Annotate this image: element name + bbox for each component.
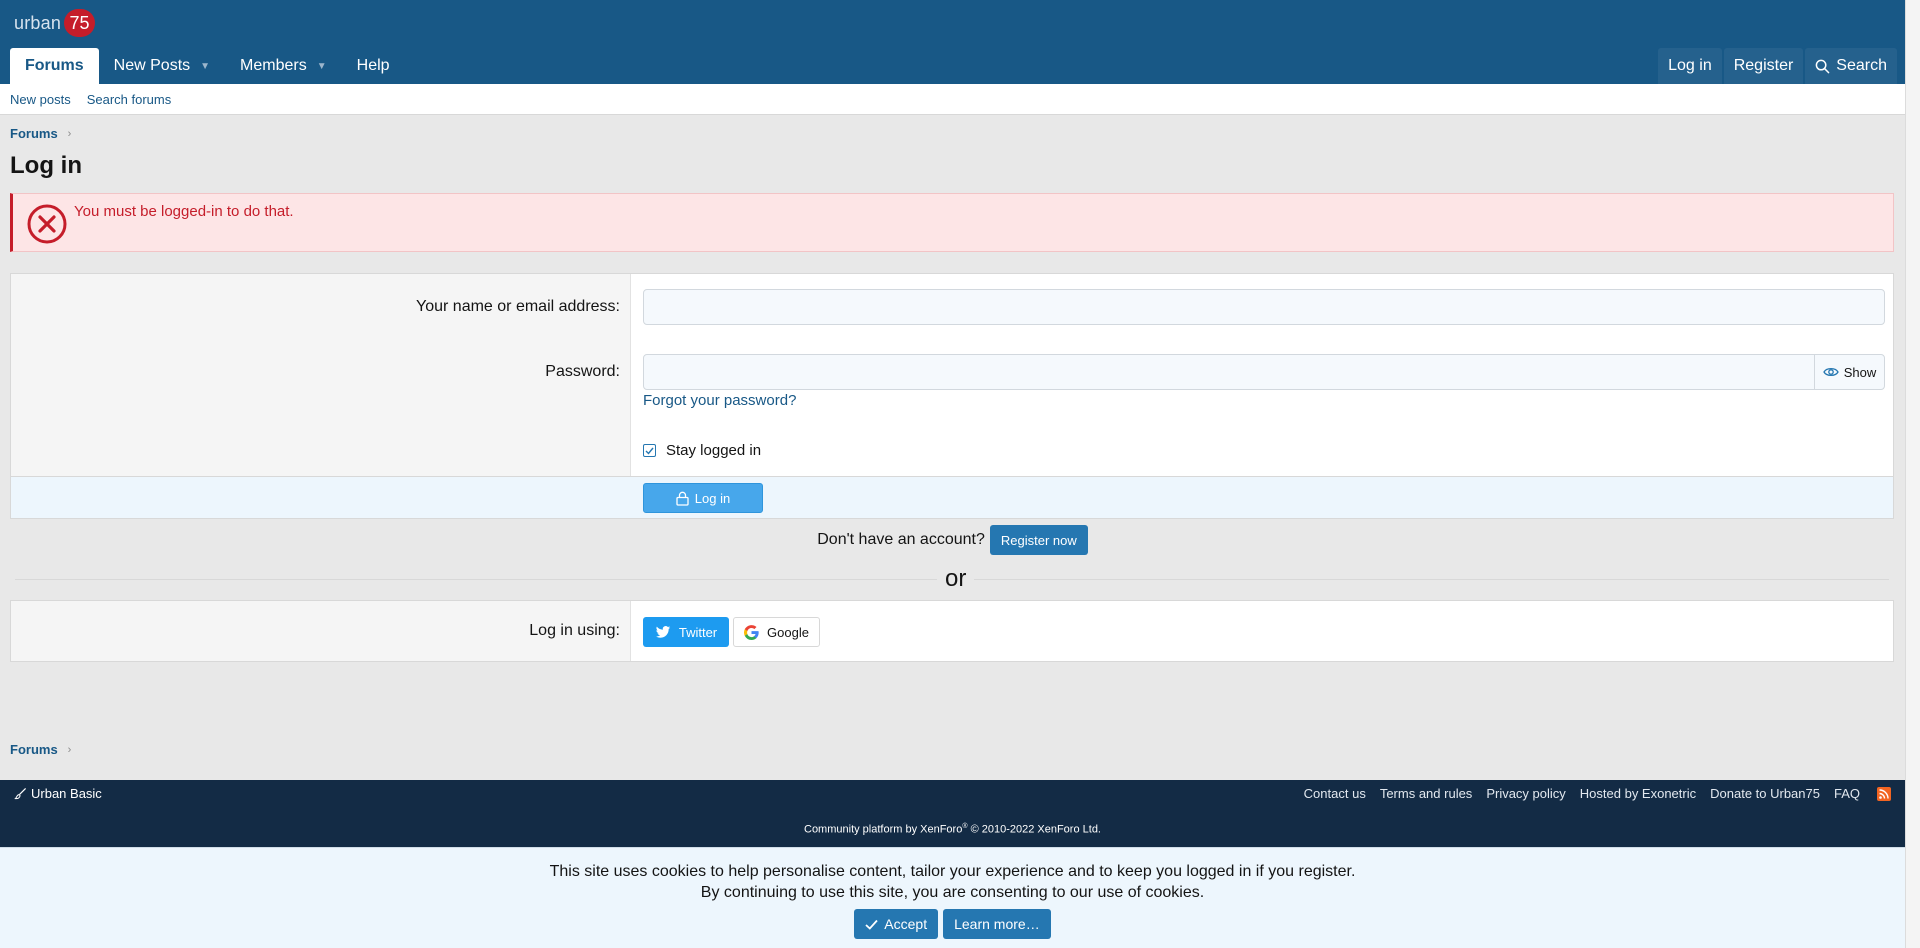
cookie-line-2: By continuing to use this site, you are … [700,884,1205,901]
stay-logged-in-checkbox[interactable] [643,444,656,457]
or-text: or [937,565,975,593]
cookie-accept-button[interactable]: Accept [854,909,939,939]
error-message: You must be logged-in to do that. [74,203,294,220]
page: urban 75 Forums New Posts ▼ Members ▼ He… [0,0,1905,948]
login-form: Your name or email address: Password: Sh… [10,273,1894,519]
subnav-search-forums[interactable]: Search forums [87,92,172,107]
login-submit-button[interactable]: Log in [643,483,763,513]
login-link[interactable]: Log in [1658,48,1722,84]
site-footer: Urban Basic Contact us Terms and rules P… [0,780,1905,847]
site-header: urban 75 Forums New Posts ▼ Members ▼ He… [0,0,1905,84]
google-login-button[interactable]: Google [733,617,820,647]
twitter-login-button[interactable]: Twitter [643,617,729,647]
nav-tab-help[interactable]: Help [342,48,405,84]
account-nav: Log in Register Search [1656,48,1897,84]
form-label-column: Your name or email address: Password: [11,274,631,476]
login-submit-label: Log in [694,490,731,506]
check-icon [865,919,878,930]
footer-link-contact[interactable]: Contact us [1304,786,1366,801]
search-button[interactable]: Search [1805,48,1897,84]
nav-tab-label: Forums [25,57,84,74]
nav-tab-label: Help [356,57,390,74]
footer-link-terms[interactable]: Terms and rules [1380,786,1472,801]
nav-tab-label: New Posts [113,57,191,74]
footer-link-donate[interactable]: Donate to Urban75 [1710,786,1820,801]
chevron-right-icon: › [67,743,72,756]
name-label: Your name or email address: [416,298,620,315]
password-input[interactable] [644,355,1814,389]
search-button-label: Search [1836,57,1887,74]
form-submit-row: Log in [11,476,1893,518]
register-link[interactable]: Register [1723,48,1804,84]
password-field: Show [643,354,1885,390]
show-password-button[interactable]: Show [1814,355,1884,389]
social-label-column: Log in using: [11,601,631,661]
style-chooser-label: Urban Basic [31,786,102,801]
name-email-input[interactable] [643,289,1885,325]
register-prompt-text: Don't have an account? [817,531,985,548]
cookie-text: This site uses cookies to help personali… [0,861,1905,903]
chevron-down-icon[interactable]: ▼ [200,61,210,72]
site-logo[interactable]: urban 75 [14,9,96,37]
login-link-label: Log in [1668,57,1712,74]
register-now-button[interactable]: Register now [989,525,1088,555]
logo-text: urban [14,12,62,33]
show-password-label: Show [1843,364,1877,380]
breadcrumb-bottom: Forums › [10,742,71,757]
social-login: Log in using: Twitter Google [10,600,1894,662]
cookie-notice: This site uses cookies to help personali… [0,847,1905,948]
stay-logged-in-label: Stay logged in [666,442,762,459]
subnav-new-posts[interactable]: New posts [10,92,71,107]
cookie-actions: Accept Learn more… [0,909,1905,939]
register-link-label: Register [1733,57,1794,74]
footer-links: Contact us Terms and rules Privacy polic… [1290,786,1860,801]
social-login-label: Log in using: [529,622,620,639]
breadcrumb: Forums › [10,126,71,141]
nav-tab-new-posts[interactable]: New Posts ▼ [99,48,225,84]
footer-link-faq[interactable]: FAQ [1834,786,1860,801]
password-label: Password: [545,363,620,380]
nav-tab-label: Members [240,57,307,74]
main-nav: Forums New Posts ▼ Members ▼ Help [10,48,405,84]
copyright-notice: Community platform by XenForo® © 2010-20… [0,823,1905,836]
error-alert: You must be logged-in to do that. [10,193,1894,252]
twitter-bird-icon [655,625,670,638]
cookie-accept-label: Accept [884,916,928,932]
google-g-icon [744,624,759,640]
page-title: Log in [10,152,82,179]
error-circle-x-icon [27,204,67,244]
search-icon [1815,59,1830,73]
style-chooser[interactable]: Urban Basic [14,786,102,801]
rss-glyph [1879,789,1889,799]
check-icon [645,447,654,455]
paint-brush-icon [14,787,27,800]
footer-link-privacy[interactable]: Privacy policy [1486,786,1565,801]
nav-tab-forums[interactable]: Forums [10,48,99,84]
copyright-prefix[interactable]: Community platform by XenForo [804,824,962,836]
breadcrumb-forums[interactable]: Forums [10,126,58,141]
register-prompt: Don't have an account? Register now [0,525,1905,555]
eye-icon [1822,367,1839,377]
forgot-password-link[interactable]: Forgot your password? [643,392,796,409]
breadcrumb-forums[interactable]: Forums [10,742,58,757]
copyright-suffix: © 2010-2022 XenForo Ltd. [967,823,1101,836]
chevron-down-icon[interactable]: ▼ [317,61,327,72]
page-scrollbar[interactable] [1905,0,1920,948]
lock-icon [676,491,689,506]
logo-badge: 75 [64,9,96,37]
rss-icon[interactable] [1877,787,1891,801]
footer-link-hosted[interactable]: Hosted by Exonetric [1580,786,1696,801]
nav-tab-members[interactable]: Members ▼ [225,48,342,84]
stay-logged-in-row[interactable]: Stay logged in [643,442,761,459]
chevron-right-icon: › [67,127,72,140]
twitter-login-label: Twitter [678,624,718,640]
cookie-learn-more-button[interactable]: Learn more… [943,909,1051,939]
google-login-label: Google [767,624,809,640]
cookie-line-1: This site uses cookies to help personali… [549,863,1356,880]
sub-nav: New posts Search forums [0,84,1905,115]
or-divider: or [15,565,1889,593]
